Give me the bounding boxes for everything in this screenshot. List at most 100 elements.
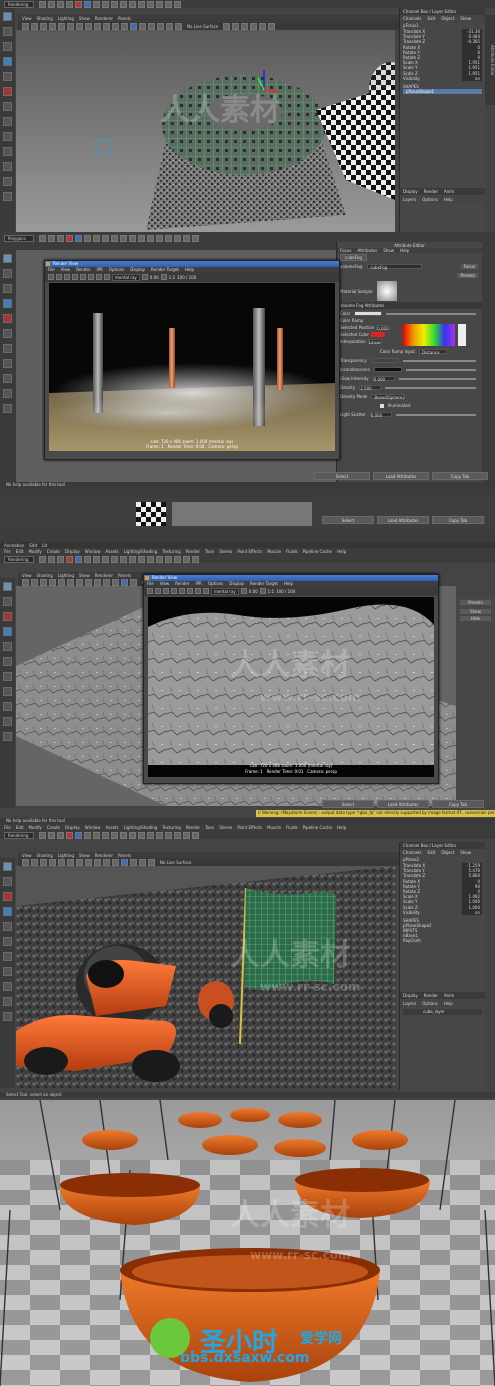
mode-selector[interactable]: Polygons xyxy=(4,234,34,242)
gamma-icon[interactable] xyxy=(160,274,167,280)
renderer-select[interactable]: mental ray xyxy=(211,587,239,595)
paint-select-icon[interactable] xyxy=(3,42,12,51)
manipulator-icon[interactable] xyxy=(3,344,12,353)
interp-field[interactable]: Linear xyxy=(367,339,382,345)
menu-item[interactable]: Fluids xyxy=(286,549,298,554)
shape-name[interactable]: pTorusShape1 xyxy=(403,88,482,94)
copy-tab-button[interactable]: Copy Tab xyxy=(432,800,484,808)
object-tab[interactable]: Object xyxy=(441,16,454,21)
rv-render-target-menu[interactable]: Render Target xyxy=(151,267,179,272)
layout-single-icon[interactable] xyxy=(3,687,12,696)
layout-graph-icon[interactable] xyxy=(3,404,12,413)
menu-item[interactable]: Muscle xyxy=(267,549,281,554)
viewport-car[interactable] xyxy=(16,866,396,1088)
transparency-swatch[interactable] xyxy=(370,358,399,363)
render-tab[interactable]: Render xyxy=(424,993,438,998)
renderer-menu[interactable]: Renderer xyxy=(95,573,113,578)
load-attributes-button[interactable]: Load Attributes xyxy=(373,472,429,480)
layers-menu[interactable]: Layers xyxy=(403,197,416,202)
layer-row[interactable]: cube_layer xyxy=(403,1009,482,1015)
presets-button[interactable]: Presets xyxy=(460,600,491,605)
layout-single-icon[interactable] xyxy=(3,967,12,976)
exposure-icon[interactable] xyxy=(141,274,148,280)
rv-display-menu[interactable]: Display xyxy=(229,581,244,586)
menu-item[interactable]: Help xyxy=(337,549,346,554)
load-attributes-button[interactable]: Load Attributes xyxy=(377,800,429,808)
ae-color-swatch[interactable] xyxy=(354,311,383,316)
menu-item[interactable]: Stereo xyxy=(219,825,232,830)
menu-item[interactable]: Assets xyxy=(106,825,119,830)
layers-menu[interactable]: Layers xyxy=(403,1001,416,1006)
rv-help-menu[interactable]: Help xyxy=(185,267,194,272)
ae-focus-button[interactable]: Focus xyxy=(460,264,478,269)
menu-item[interactable]: Muscle xyxy=(267,825,281,830)
attribute-editor-tab[interactable]: Attribute Editor xyxy=(485,15,495,105)
lasso-tool-icon[interactable] xyxy=(3,269,12,278)
rv-help-menu[interactable]: Help xyxy=(284,581,293,586)
menu-item[interactable]: Texturing xyxy=(162,549,180,554)
anim-tab[interactable]: Anim xyxy=(444,993,454,998)
sel-color-swatch[interactable] xyxy=(371,332,386,337)
renderer-menu[interactable]: Renderer xyxy=(95,853,113,858)
edit-tab[interactable]: Edit xyxy=(428,850,436,855)
ipr-icon[interactable] xyxy=(155,588,161,594)
lighting-menu[interactable]: Lighting xyxy=(58,16,74,21)
mode-selector[interactable]: Rendering xyxy=(4,0,34,8)
menu-item[interactable]: Toon xyxy=(205,825,214,830)
lasso-tool-icon[interactable] xyxy=(3,877,12,886)
show-button[interactable]: Show xyxy=(460,609,491,614)
menu-item[interactable]: Window xyxy=(85,825,101,830)
rv-render-target-menu[interactable]: Render Target xyxy=(250,581,278,586)
layout-side-icon[interactable] xyxy=(3,997,12,1006)
show-tab[interactable]: Show xyxy=(460,16,471,21)
edit-tab[interactable]: Edit xyxy=(428,16,436,21)
menu-item[interactable]: Toon xyxy=(205,549,214,554)
help-menu[interactable]: Help xyxy=(444,197,453,202)
ae-attributes-menu[interactable]: Attributes xyxy=(357,248,377,253)
view-menu[interactable]: View xyxy=(22,573,32,578)
menu-item[interactable]: Lighting/Shading xyxy=(124,549,158,554)
rv-ipr-menu[interactable]: IPR xyxy=(96,267,102,272)
region-icon[interactable] xyxy=(72,274,78,280)
last-tool-icon[interactable] xyxy=(3,117,12,126)
layout-single-icon[interactable] xyxy=(3,132,12,141)
select-button-2[interactable]: Select xyxy=(322,516,374,524)
sel-pos-field[interactable]: 0.000 xyxy=(376,325,391,331)
lit-menu[interactable]: Lit xyxy=(42,543,47,548)
scale-tool-icon[interactable] xyxy=(3,937,12,946)
refresh-icon[interactable] xyxy=(64,274,70,280)
mode-selector[interactable]: Rendering xyxy=(4,555,34,563)
gamma-icon[interactable] xyxy=(259,588,266,594)
show-menu[interactable]: Show xyxy=(79,16,90,21)
illuminated-checkbox[interactable] xyxy=(380,403,384,408)
manipulator-icon[interactable] xyxy=(3,672,12,681)
ae-color-slider[interactable] xyxy=(386,312,476,315)
menu-item[interactable]: Modify xyxy=(28,825,41,830)
density-slider[interactable] xyxy=(385,386,476,389)
shading-menu[interactable]: Shading xyxy=(37,853,53,858)
snapshot-icon[interactable] xyxy=(80,274,86,280)
menu-item[interactable]: Create xyxy=(47,825,60,830)
region-icon[interactable] xyxy=(171,588,177,594)
layout-side-icon[interactable] xyxy=(3,162,12,171)
channel-value[interactable]: on xyxy=(462,75,482,81)
menu-item[interactable]: Texturing xyxy=(162,825,180,830)
ae-focus-menu[interactable]: Focus xyxy=(340,248,351,253)
menu-item[interactable]: Stereo xyxy=(219,549,232,554)
zoom-icon[interactable] xyxy=(203,588,209,594)
select-tool-icon[interactable] xyxy=(3,862,12,871)
scale-tool-icon[interactable] xyxy=(3,657,12,666)
rgb-icon[interactable] xyxy=(88,274,94,280)
load-attributes-button-2[interactable]: Load Attributes xyxy=(377,516,429,524)
menu-item[interactable]: Display xyxy=(65,825,80,830)
display-tab[interactable]: Display xyxy=(403,993,418,998)
channels-tab[interactable]: Channels xyxy=(403,16,422,21)
ae-show-menu[interactable]: Show xyxy=(383,248,394,253)
rotate-tool-icon[interactable] xyxy=(3,922,12,931)
options-menu[interactable]: Options xyxy=(422,197,437,202)
menu-item[interactable]: Pipeline Cache xyxy=(303,549,332,554)
rv-options-menu[interactable]: Options xyxy=(208,581,223,586)
rv-display-menu[interactable]: Display xyxy=(130,267,145,272)
layout-four-icon[interactable] xyxy=(3,982,12,991)
rv-ipr-menu[interactable]: IPR xyxy=(195,581,201,586)
